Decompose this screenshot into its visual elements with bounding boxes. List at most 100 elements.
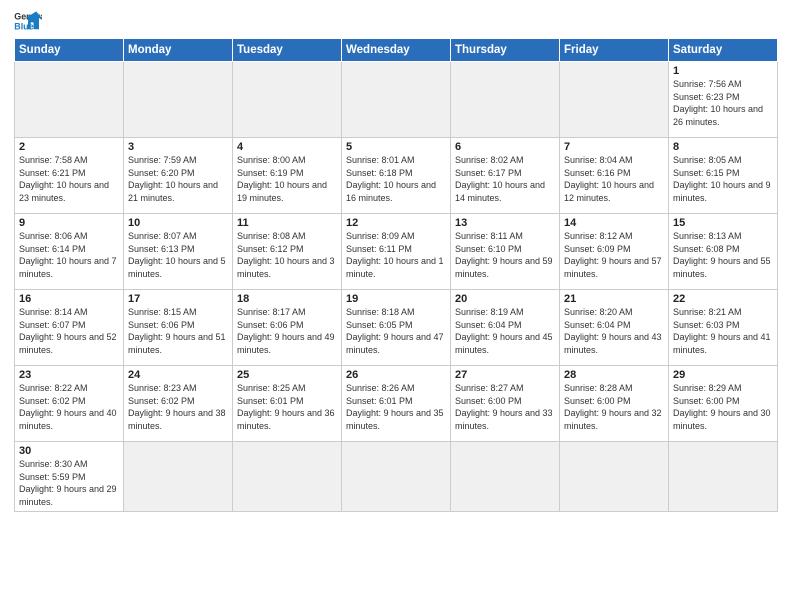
logo: General Blue [14,10,42,32]
calendar-cell: 11Sunrise: 8:08 AMSunset: 6:12 PMDayligh… [233,214,342,290]
day-info: Sunrise: 8:06 AMSunset: 6:14 PMDaylight:… [19,230,119,280]
weekday-header-row: SundayMondayTuesdayWednesdayThursdayFrid… [15,39,778,62]
day-info: Sunrise: 8:05 AMSunset: 6:15 PMDaylight:… [673,154,773,204]
day-number: 28 [564,369,664,381]
day-number: 6 [455,141,555,153]
calendar-cell: 30Sunrise: 8:30 AMSunset: 5:59 PMDayligh… [15,442,124,512]
day-number: 15 [673,217,773,229]
day-number: 30 [19,445,119,457]
day-number: 1 [673,65,773,77]
week-row-1: 1Sunrise: 7:56 AMSunset: 6:23 PMDaylight… [15,62,778,138]
day-number: 9 [19,217,119,229]
calendar-cell: 9Sunrise: 8:06 AMSunset: 6:14 PMDaylight… [15,214,124,290]
calendar-cell [15,62,124,138]
calendar-cell: 8Sunrise: 8:05 AMSunset: 6:15 PMDaylight… [669,138,778,214]
calendar-cell [233,62,342,138]
weekday-header-saturday: Saturday [669,39,778,62]
calendar-cell: 18Sunrise: 8:17 AMSunset: 6:06 PMDayligh… [233,290,342,366]
week-row-4: 16Sunrise: 8:14 AMSunset: 6:07 PMDayligh… [15,290,778,366]
weekday-header-sunday: Sunday [15,39,124,62]
day-number: 26 [346,369,446,381]
calendar-cell [451,442,560,512]
calendar-cell: 27Sunrise: 8:27 AMSunset: 6:00 PMDayligh… [451,366,560,442]
day-number: 4 [237,141,337,153]
calendar-cell: 14Sunrise: 8:12 AMSunset: 6:09 PMDayligh… [560,214,669,290]
calendar-cell: 13Sunrise: 8:11 AMSunset: 6:10 PMDayligh… [451,214,560,290]
day-info: Sunrise: 8:02 AMSunset: 6:17 PMDaylight:… [455,154,555,204]
calendar-table: SundayMondayTuesdayWednesdayThursdayFrid… [14,38,778,512]
day-info: Sunrise: 8:14 AMSunset: 6:07 PMDaylight:… [19,306,119,356]
calendar-cell: 6Sunrise: 8:02 AMSunset: 6:17 PMDaylight… [451,138,560,214]
calendar-cell: 2Sunrise: 7:58 AMSunset: 6:21 PMDaylight… [15,138,124,214]
weekday-header-tuesday: Tuesday [233,39,342,62]
calendar-cell: 28Sunrise: 8:28 AMSunset: 6:00 PMDayligh… [560,366,669,442]
day-info: Sunrise: 8:15 AMSunset: 6:06 PMDaylight:… [128,306,228,356]
calendar-cell: 16Sunrise: 8:14 AMSunset: 6:07 PMDayligh… [15,290,124,366]
day-number: 11 [237,217,337,229]
calendar-cell: 5Sunrise: 8:01 AMSunset: 6:18 PMDaylight… [342,138,451,214]
header: General Blue [14,10,778,32]
day-number: 16 [19,293,119,305]
weekday-header-friday: Friday [560,39,669,62]
weekday-header-monday: Monday [124,39,233,62]
day-number: 24 [128,369,228,381]
day-info: Sunrise: 8:21 AMSunset: 6:03 PMDaylight:… [673,306,773,356]
day-number: 20 [455,293,555,305]
calendar-cell [342,442,451,512]
calendar-cell [560,62,669,138]
week-row-5: 23Sunrise: 8:22 AMSunset: 6:02 PMDayligh… [15,366,778,442]
calendar-cell [342,62,451,138]
day-info: Sunrise: 8:26 AMSunset: 6:01 PMDaylight:… [346,382,446,432]
day-number: 2 [19,141,119,153]
calendar-cell: 21Sunrise: 8:20 AMSunset: 6:04 PMDayligh… [560,290,669,366]
calendar-cell: 1Sunrise: 7:56 AMSunset: 6:23 PMDaylight… [669,62,778,138]
day-info: Sunrise: 7:56 AMSunset: 6:23 PMDaylight:… [673,78,773,128]
calendar-cell: 22Sunrise: 8:21 AMSunset: 6:03 PMDayligh… [669,290,778,366]
calendar-cell: 23Sunrise: 8:22 AMSunset: 6:02 PMDayligh… [15,366,124,442]
calendar-cell: 10Sunrise: 8:07 AMSunset: 6:13 PMDayligh… [124,214,233,290]
day-info: Sunrise: 8:28 AMSunset: 6:00 PMDaylight:… [564,382,664,432]
day-number: 7 [564,141,664,153]
day-info: Sunrise: 8:08 AMSunset: 6:12 PMDaylight:… [237,230,337,280]
day-info: Sunrise: 8:17 AMSunset: 6:06 PMDaylight:… [237,306,337,356]
day-number: 29 [673,369,773,381]
day-info: Sunrise: 8:25 AMSunset: 6:01 PMDaylight:… [237,382,337,432]
calendar-cell [560,442,669,512]
day-info: Sunrise: 7:59 AMSunset: 6:20 PMDaylight:… [128,154,228,204]
day-number: 3 [128,141,228,153]
calendar-cell: 20Sunrise: 8:19 AMSunset: 6:04 PMDayligh… [451,290,560,366]
calendar-cell: 26Sunrise: 8:26 AMSunset: 6:01 PMDayligh… [342,366,451,442]
day-info: Sunrise: 7:58 AMSunset: 6:21 PMDaylight:… [19,154,119,204]
day-number: 5 [346,141,446,153]
calendar-cell: 7Sunrise: 8:04 AMSunset: 6:16 PMDaylight… [560,138,669,214]
day-number: 22 [673,293,773,305]
day-number: 10 [128,217,228,229]
day-info: Sunrise: 8:00 AMSunset: 6:19 PMDaylight:… [237,154,337,204]
calendar-cell: 25Sunrise: 8:25 AMSunset: 6:01 PMDayligh… [233,366,342,442]
day-number: 17 [128,293,228,305]
day-info: Sunrise: 8:27 AMSunset: 6:00 PMDaylight:… [455,382,555,432]
calendar-cell [233,442,342,512]
day-info: Sunrise: 8:13 AMSunset: 6:08 PMDaylight:… [673,230,773,280]
calendar-cell: 3Sunrise: 7:59 AMSunset: 6:20 PMDaylight… [124,138,233,214]
day-info: Sunrise: 8:18 AMSunset: 6:05 PMDaylight:… [346,306,446,356]
day-info: Sunrise: 8:01 AMSunset: 6:18 PMDaylight:… [346,154,446,204]
page: General Blue SundayMondayTuesdayWednesda… [0,0,792,612]
day-info: Sunrise: 8:12 AMSunset: 6:09 PMDaylight:… [564,230,664,280]
calendar-cell: 19Sunrise: 8:18 AMSunset: 6:05 PMDayligh… [342,290,451,366]
day-info: Sunrise: 8:30 AMSunset: 5:59 PMDaylight:… [19,458,119,508]
calendar-cell [451,62,560,138]
day-number: 12 [346,217,446,229]
day-info: Sunrise: 8:07 AMSunset: 6:13 PMDaylight:… [128,230,228,280]
day-info: Sunrise: 8:23 AMSunset: 6:02 PMDaylight:… [128,382,228,432]
day-info: Sunrise: 8:11 AMSunset: 6:10 PMDaylight:… [455,230,555,280]
logo-icon: General Blue [14,10,42,32]
calendar-cell [669,442,778,512]
day-number: 25 [237,369,337,381]
day-info: Sunrise: 8:20 AMSunset: 6:04 PMDaylight:… [564,306,664,356]
day-number: 23 [19,369,119,381]
day-info: Sunrise: 8:29 AMSunset: 6:00 PMDaylight:… [673,382,773,432]
day-number: 18 [237,293,337,305]
calendar-cell [124,442,233,512]
weekday-header-thursday: Thursday [451,39,560,62]
